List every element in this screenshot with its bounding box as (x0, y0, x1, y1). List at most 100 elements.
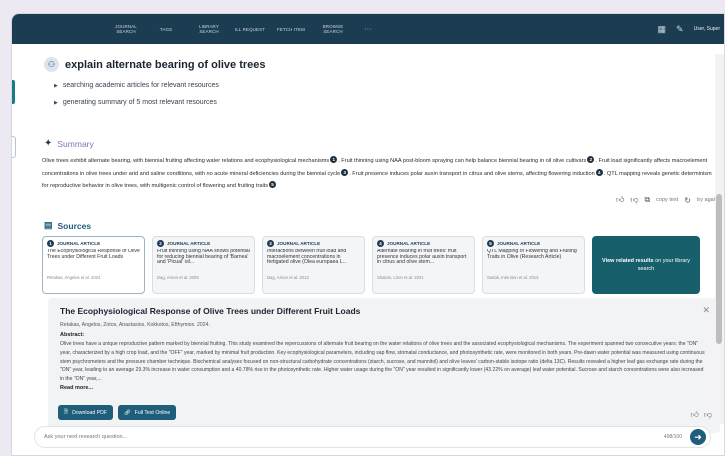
citation-badge[interactable]: 1 (330, 156, 338, 163)
status-step-label: generating summary of 5 most relevant re… (62, 99, 217, 106)
card-meta: Retakas, Angelos et al. 2024 (47, 275, 101, 280)
nav-library-search[interactable]: LIBRARY SEARCH (192, 24, 226, 34)
list-icon: ▤ (44, 220, 53, 230)
pin-icon[interactable]: ✎ (676, 24, 684, 35)
source-detail-panel: The Ecophysiological Response of Olive T… (48, 298, 720, 433)
retry-icon[interactable]: ↻ (684, 196, 691, 205)
query-text: explain alternate bearing of olive trees (65, 58, 266, 71)
card-type-row: 5 JOURNAL ARTICLE (487, 240, 580, 247)
card-number: 1 (47, 240, 54, 247)
copy-icon[interactable]: ⧉ (644, 195, 650, 205)
link-icon: 🔗︎ (124, 409, 131, 416)
card-type-row: 3 JOURNAL ARTICLE (267, 240, 360, 247)
query-row: ⚇ explain alternate bearing of olive tre… (44, 57, 266, 72)
detail-feedback: 👍︎ 👎︎ (691, 410, 713, 420)
user-avatar-icon: ⚇ (44, 57, 59, 72)
card-meta: Dag, Arnon et al. 2013 (267, 275, 309, 280)
download-pdf-label: Download PDF (72, 409, 108, 416)
sparkle-icon: ✦ (44, 138, 53, 149)
card-number: 2 (157, 240, 164, 247)
close-icon[interactable]: ✕ (702, 305, 710, 316)
summary-title: Summary (57, 138, 94, 149)
card-type-row: 4 JOURNAL ARTICLE (377, 240, 470, 247)
nav-browse-search[interactable]: BROWSE SEARCH (316, 24, 350, 34)
card-type: JOURNAL ARTICLE (57, 240, 101, 246)
nav-fetch-item[interactable]: FETCH ITEM (274, 27, 308, 32)
status-step: ▶ generating summary of 5 most relevant … (54, 99, 217, 106)
nav-right-group: ▦ ✎ User, Super (658, 14, 720, 44)
document-icon: 🗎 (64, 409, 69, 415)
card-type: JOURNAL ARTICLE (497, 240, 541, 246)
summary-sentence: Olive trees exhibit alternate bearing, w… (42, 158, 330, 164)
question-input[interactable] (44, 434, 664, 440)
side-tab[interactable] (12, 136, 16, 158)
thumbs-up-icon[interactable]: 👍︎ (616, 195, 624, 205)
nav-tags[interactable]: TAGS (156, 27, 176, 32)
read-more-link[interactable]: Read more... (60, 385, 708, 391)
card-title: QTL Mapping of Flowering and Fruiting Tr… (487, 249, 577, 260)
user-label[interactable]: User, Super (694, 26, 720, 32)
download-pdf-button[interactable]: 🗎 Download PDF (58, 405, 114, 420)
citation-badge[interactable]: 4 (595, 168, 603, 176)
source-card[interactable]: 5 JOURNAL ARTICLE QTL Mapping of Flowerin… (482, 236, 585, 294)
citation-badge[interactable]: 2 (587, 156, 595, 163)
source-card[interactable]: 4 JOURNAL ARTICLE Alternate bearing in fr… (372, 236, 475, 294)
qr-code-icon[interactable]: ▦ (658, 24, 667, 35)
send-button[interactable]: ➜ (690, 429, 706, 445)
thumbs-down-icon[interactable]: 👎︎ (630, 195, 638, 205)
summary-actions: 👍︎ 👎︎ ⧉ copy text ↻ try again (616, 195, 718, 205)
card-type: JOURNAL ARTICLE (277, 240, 321, 246)
source-cards: 1 JOURNAL ARTICLE The Ecophysiological Re… (42, 236, 700, 294)
view-related-results-button[interactable]: View related results on your library sea… (592, 236, 700, 294)
character-counter: 498/100 (663, 434, 682, 440)
nav-more[interactable]: ··· (358, 26, 378, 33)
thumbs-up-icon[interactable]: 👍︎ (691, 410, 699, 420)
status-step-label: searching academic articles for relevant… (62, 82, 219, 89)
sources-heading: ▤ Sources (44, 220, 91, 231)
card-title: Alternate bearing in fruit trees: fruit … (377, 249, 467, 266)
source-card[interactable]: 1 JOURNAL ARTICLE The Ecophysiological Re… (42, 236, 145, 294)
source-card[interactable]: 2 JOURNAL ARTICLE Fruit thinning using NA… (152, 236, 255, 294)
abstract-text: Olive trees have a unique reproductive p… (60, 341, 705, 383)
scrollbar-thumb[interactable] (716, 194, 722, 344)
scrollbar[interactable] (715, 54, 724, 424)
card-type-row: 2 JOURNAL ARTICLE (157, 240, 250, 247)
nav-ill-request[interactable]: ILL REQUEST (230, 27, 270, 32)
view-more-bold: View related results (602, 258, 654, 264)
top-navigation: JOURNAL SEARCH TAGS LIBRARY SEARCH ILL R… (12, 14, 724, 44)
card-type: JOURNAL ARTICLE (167, 240, 211, 246)
nav-journal-search[interactable]: JOURNAL SEARCH (108, 24, 144, 34)
source-card[interactable]: 3 JOURNAL ARTICLE Interactions between fr… (262, 236, 365, 294)
card-number: 3 (267, 240, 274, 247)
question-bar: 498/100 ➜ (34, 426, 711, 448)
summary-heading: ✦ Summary (44, 138, 94, 149)
card-title: Interactions between fruit load and macr… (267, 249, 347, 266)
summary-sentence: . Fruit presence induces polar auxin tra… (349, 170, 595, 177)
full-text-online-button[interactable]: 🔗︎ Full Text Online (118, 405, 177, 420)
citation-badge[interactable]: 5 (269, 181, 277, 188)
status-step: ▶ searching academic articles for releva… (54, 82, 219, 89)
card-meta: Shalom, Liron et al. 2021 (377, 275, 424, 280)
card-number: 4 (377, 240, 384, 247)
citation-badge[interactable]: 3 (341, 168, 349, 176)
arrow-right-icon: ➜ (694, 431, 702, 442)
side-indicator (12, 80, 15, 104)
detail-authors: Retakas, Angelos, Zotos, Anastasios, Kok… (60, 322, 210, 328)
copy-text-button[interactable]: copy text (656, 197, 678, 203)
card-type: JOURNAL ARTICLE (387, 240, 431, 246)
summary-sentence: . Fruit thinning using NAA post-bloom sp… (338, 158, 587, 164)
play-icon: ▶ (54, 82, 58, 89)
card-title: Fruit thinning using NAA shows potential… (157, 249, 250, 266)
detail-title: The Ecophysiological Response of Olive T… (60, 306, 361, 316)
summary-text: Olive trees exhibit alternate bearing, w… (42, 155, 716, 193)
app-window: JOURNAL SEARCH TAGS LIBRARY SEARCH ILL R… (11, 13, 725, 456)
card-meta: Sadok, Inès Ben et al. 2013 (487, 275, 539, 280)
card-title: The Ecophysiological Response of Olive T… (47, 249, 140, 260)
sources-title: Sources (57, 220, 92, 231)
card-number: 5 (487, 240, 494, 247)
nav-menu: JOURNAL SEARCH TAGS LIBRARY SEARCH ILL R… (108, 14, 378, 44)
full-text-label: Full Text Online (134, 409, 171, 416)
detail-actions: 🗎 Download PDF 🔗︎ Full Text Online (58, 405, 177, 420)
abstract-label: Abstract: (60, 332, 85, 338)
thumbs-down-icon[interactable]: 👎︎ (704, 410, 712, 420)
